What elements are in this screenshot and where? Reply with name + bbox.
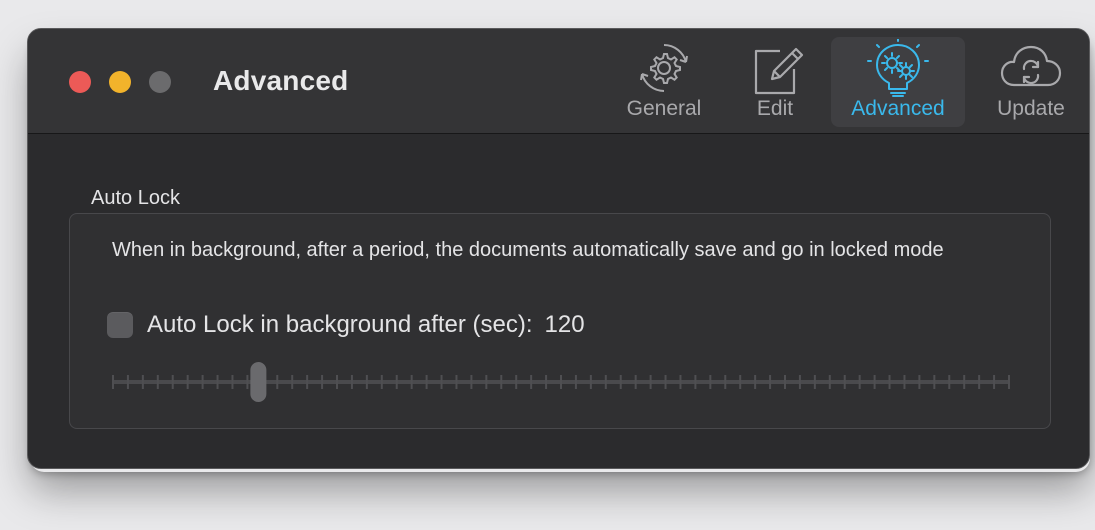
slider-tick — [171, 375, 174, 389]
slider-tick — [843, 375, 846, 389]
slider-knob[interactable] — [250, 362, 267, 402]
section-title-auto-lock: Auto Lock — [91, 187, 180, 209]
slider-tick — [769, 375, 772, 389]
slider-tick — [918, 375, 921, 389]
slider-tick — [126, 375, 129, 389]
auto-lock-group: When in background, after a period, the … — [69, 213, 1051, 429]
slider-tick — [500, 375, 503, 389]
auto-lock-slider[interactable] — [112, 362, 1010, 402]
slider-tick — [141, 375, 144, 389]
tab-edit[interactable]: Edit — [736, 37, 814, 127]
slider-tick — [858, 375, 861, 389]
auto-lock-checkbox-label[interactable]: Auto Lock in background after (sec): 120 — [147, 311, 585, 339]
slider-tick — [186, 375, 189, 389]
tab-general-label: General — [626, 97, 702, 120]
slider-tick — [246, 375, 249, 389]
tab-update-label: Update — [997, 97, 1065, 120]
slider-tick — [784, 375, 786, 389]
slider-tick — [634, 375, 637, 389]
slider-tick — [724, 375, 727, 389]
slider-tick — [276, 375, 279, 389]
slider-tick — [470, 375, 473, 389]
slider-tick — [903, 375, 906, 389]
slider-tick — [365, 375, 368, 389]
slider-tick — [395, 375, 398, 389]
slider-tick — [993, 375, 996, 389]
slider-tick — [201, 375, 204, 389]
minimize-window-button[interactable] — [109, 71, 131, 93]
slider-tick — [515, 375, 518, 389]
slider-tick — [679, 375, 682, 389]
tab-general[interactable]: General — [614, 37, 714, 127]
auto-lock-label-text: Auto Lock in background after (sec): — [147, 311, 533, 338]
preferences-window: Advanced General Edit Advanced Update Au… — [27, 28, 1090, 469]
slider-tick — [336, 375, 338, 389]
slider-tick — [873, 375, 876, 389]
slider-tick — [978, 375, 981, 389]
slider-tick — [380, 375, 383, 389]
auto-lock-checkbox[interactable] — [107, 312, 133, 338]
window-title: Advanced — [213, 65, 349, 96]
slider-tick — [694, 375, 697, 389]
slider-tick — [604, 375, 607, 389]
slider-tick — [828, 375, 831, 389]
cloud-sync-icon — [998, 37, 1064, 99]
tab-advanced[interactable]: Advanced — [831, 37, 965, 127]
close-window-button[interactable] — [69, 71, 91, 93]
slider-tick — [485, 375, 488, 389]
slider-tick — [664, 375, 667, 389]
slider-tick — [739, 375, 742, 389]
slider-tick — [216, 375, 219, 389]
slider-tick — [156, 375, 159, 389]
slider-tick — [350, 375, 353, 389]
slider-tick — [440, 375, 443, 389]
slider-tick — [589, 375, 592, 389]
slider-tick — [709, 375, 712, 389]
slider-tick — [321, 375, 324, 389]
slider-tick — [813, 375, 816, 389]
slider-tick — [231, 375, 234, 389]
slider-tick — [933, 375, 936, 389]
tab-advanced-label: Advanced — [851, 97, 945, 120]
slider-tick — [798, 375, 801, 389]
slider-tick — [560, 375, 562, 389]
tab-edit-label: Edit — [756, 97, 794, 120]
auto-lock-description: When in background, after a period, the … — [112, 239, 944, 261]
title-bar: Advanced General Edit Advanced Update — [28, 29, 1089, 134]
slider-tick — [112, 375, 114, 389]
zoom-window-button[interactable] — [149, 71, 171, 93]
slider-tick — [545, 375, 548, 389]
slider-tick — [574, 375, 577, 389]
slider-tick — [888, 375, 891, 389]
gear-icon — [631, 37, 697, 99]
auto-lock-seconds-value: 120 — [544, 311, 585, 338]
slider-tick — [649, 375, 652, 389]
slider-tick — [948, 375, 951, 389]
slider-tick — [754, 375, 757, 389]
slider-tick — [291, 375, 294, 389]
slider-tick — [530, 375, 533, 389]
slider-tick — [963, 375, 966, 389]
lightbulb-gears-icon — [865, 37, 931, 99]
slider-tick — [1008, 375, 1010, 389]
edit-icon — [742, 37, 808, 99]
tab-update[interactable]: Update — [976, 37, 1086, 127]
slider-tick — [455, 375, 458, 389]
slider-tick — [410, 375, 413, 389]
slider-tick — [619, 375, 622, 389]
slider-tick — [425, 375, 428, 389]
slider-tick — [306, 375, 309, 389]
